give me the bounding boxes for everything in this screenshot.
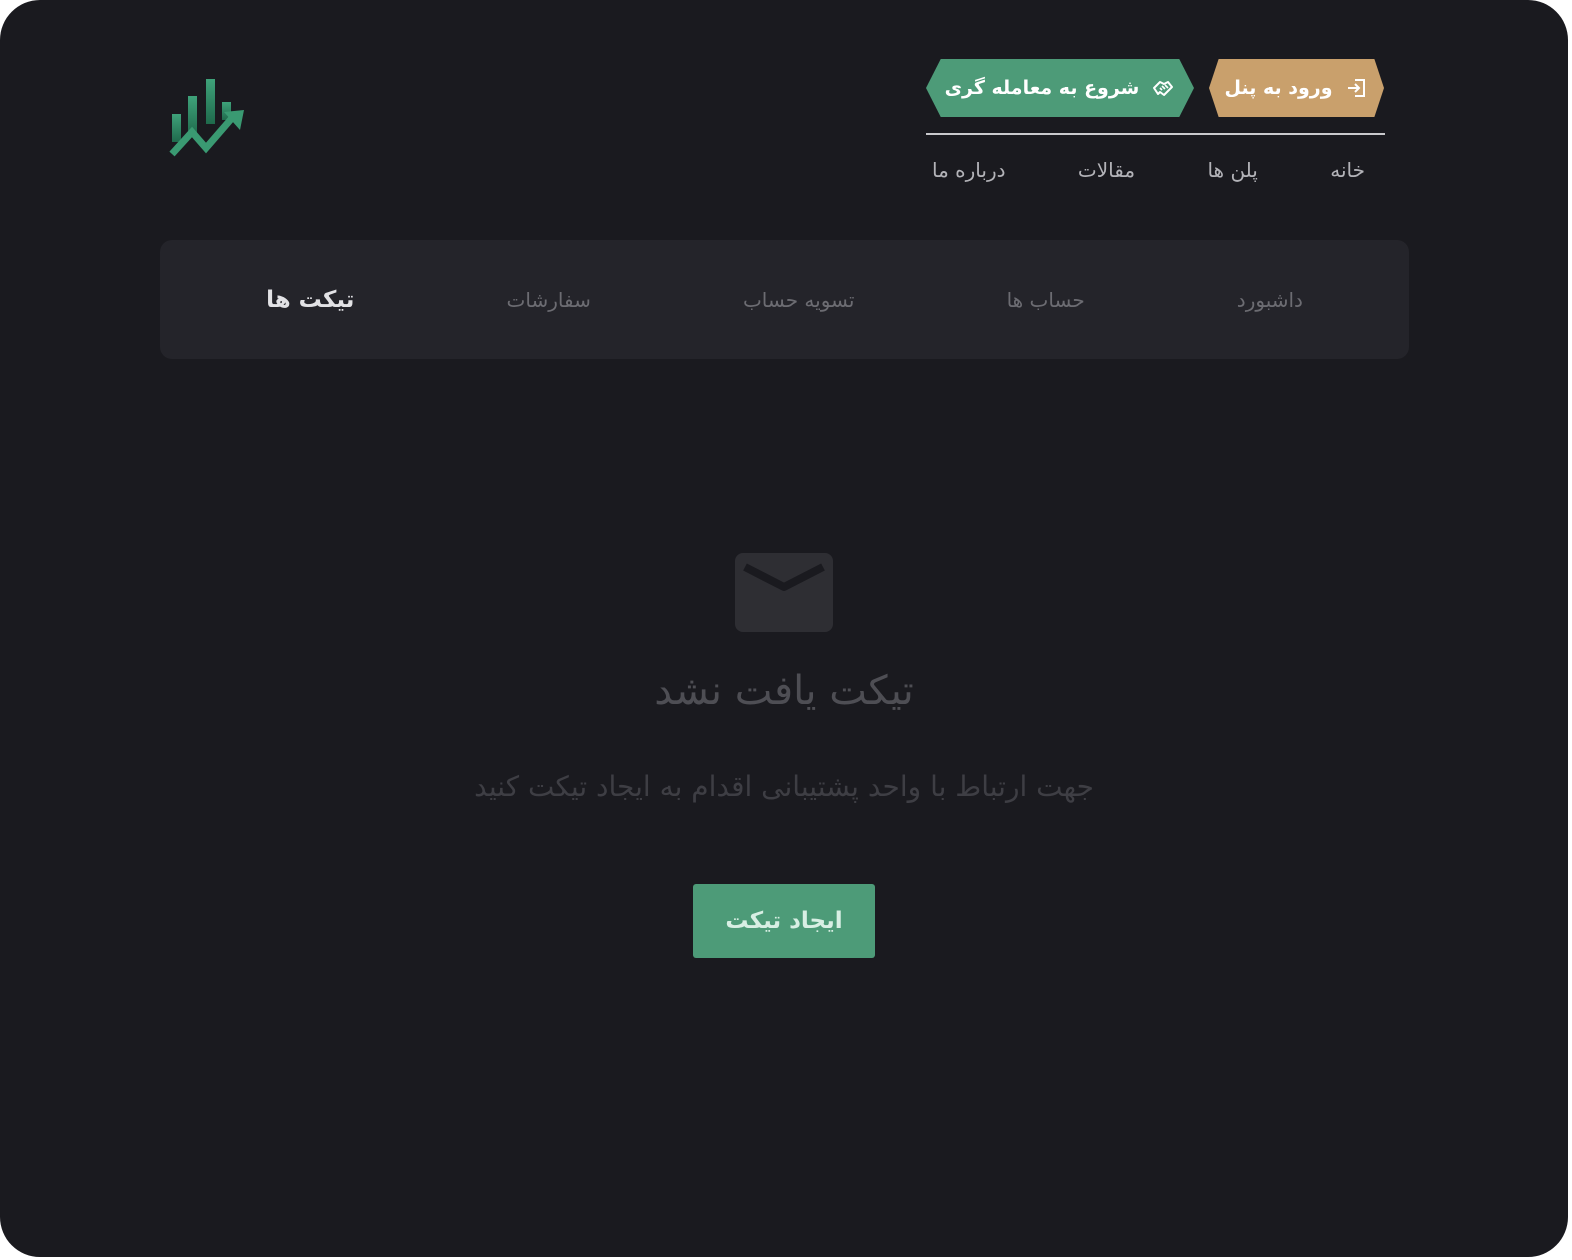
nav-plans[interactable]: پلن ها (1207, 158, 1257, 182)
login-panel-label: ورود به پنل (1224, 77, 1333, 99)
start-trading-button[interactable]: شروع به معامله گری (926, 59, 1194, 117)
main-nav: خانه پلن ها مقالات درباره ما (926, 152, 1385, 188)
empty-state-subtitle: جهت ارتباط با واحد پشتیبانی اقدام به ایج… (474, 770, 1094, 803)
nav-home[interactable]: خانه (1330, 158, 1365, 182)
envelope-icon (735, 553, 833, 632)
tab-dashboard[interactable]: داشبورد (1237, 288, 1303, 312)
tab-orders[interactable]: سفارشات (507, 288, 591, 312)
nav-about[interactable]: درباره ما (932, 158, 1006, 182)
tab-tickets[interactable]: تیکت ها (266, 287, 354, 313)
create-ticket-button[interactable]: ایجاد تیکت (693, 884, 875, 958)
start-trading-label: شروع به معامله گری (944, 77, 1140, 99)
chart-growth-logo-icon[interactable] (168, 76, 248, 158)
app-frame: ورود به پنل شروع به معامله گری خانه پلن … (0, 0, 1568, 1257)
tab-accounts[interactable]: حساب ها (1007, 288, 1085, 312)
empty-state-title: تیکت یافت نشد (654, 668, 914, 714)
header-divider (926, 133, 1385, 135)
login-panel-button[interactable]: ورود به پنل (1209, 59, 1384, 117)
handshake-icon (1153, 81, 1174, 96)
dashboard-tabbar: داشبورد حساب ها تسویه حساب سفارشات تیکت … (160, 240, 1409, 359)
tab-settlement[interactable]: تسویه حساب (743, 288, 855, 312)
nav-articles[interactable]: مقالات (1078, 158, 1135, 182)
login-icon (1347, 79, 1365, 97)
